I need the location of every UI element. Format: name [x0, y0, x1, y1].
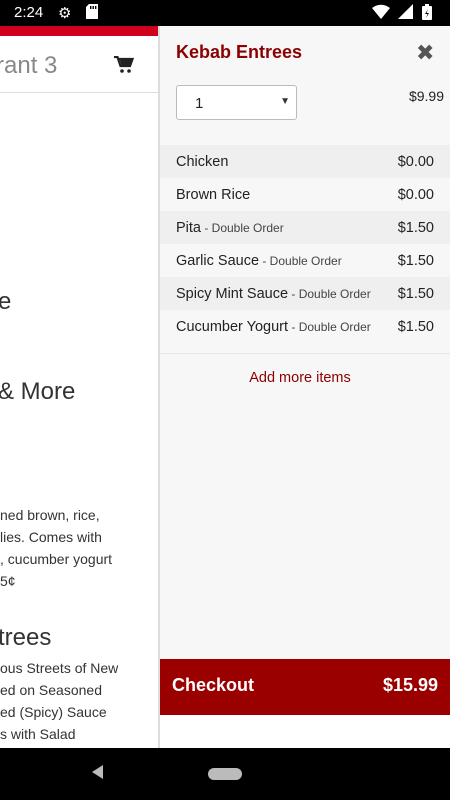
quantity-value: 1: [195, 95, 204, 112]
cart-icon[interactable]: [114, 55, 135, 74]
option-name: Brown Rice: [176, 186, 251, 203]
option-row: Chicken $0.00: [160, 145, 450, 178]
menu-description-line: 5¢: [0, 573, 16, 589]
option-price: $1.50: [397, 219, 434, 236]
option-name: Cucumber Yogurt: [176, 318, 289, 335]
option-price: $1.50: [397, 252, 434, 269]
back-icon[interactable]: [92, 765, 103, 779]
menu-heading-fragment: trees: [0, 624, 52, 651]
quantity-select[interactable]: 1 ▼: [176, 85, 297, 120]
option-price: $0.00: [397, 186, 434, 203]
option-suffix: - Double Order: [288, 319, 371, 334]
menu-description-line: ed (Spicy) Sauce: [0, 704, 107, 720]
option-row: Pita - Double Order $1.50: [160, 211, 450, 244]
chevron-down-icon: ▼: [280, 96, 290, 107]
menu-description-line: ed on Seasoned: [0, 682, 102, 698]
option-name: Chicken: [176, 153, 229, 170]
restaurant-title: rant 3: [0, 52, 58, 79]
option-suffix: - Double Order: [288, 286, 371, 301]
checkout-label: Checkout: [172, 675, 255, 695]
menu-description-line: s with Salad: [0, 726, 76, 742]
menu-description-line: , cucumber yogurt: [0, 551, 113, 567]
battery-icon: [422, 4, 432, 24]
option-price: $1.50: [397, 318, 434, 335]
option-name: Spicy Mint Sauce: [176, 285, 289, 302]
background-menu-page: rant 3 e & More ned brown, rice, lies. C…: [0, 26, 160, 748]
option-price: $1.50: [397, 285, 434, 302]
menu-description-line: ous Streets of New: [0, 660, 119, 676]
system-nav-bar: [0, 748, 450, 800]
option-row: Garlic Sauce - Double Order $1.50: [160, 244, 450, 277]
home-icon[interactable]: [208, 768, 242, 780]
settings-icon: ⚙: [58, 5, 72, 22]
option-row: Cucumber Yogurt - Double Order $1.50: [160, 310, 450, 343]
item-title: Kebab Entrees: [176, 42, 303, 62]
drawer-footer: [160, 715, 450, 748]
restaurant-header: rant 3: [0, 36, 160, 93]
option-name: Garlic Sauce: [176, 252, 260, 269]
menu-description-line: lies. Comes with: [0, 529, 102, 545]
option-suffix: - Double Order: [259, 253, 342, 268]
option-name: Pita: [176, 219, 201, 236]
checkout-button[interactable]: Checkout $15.99: [160, 659, 450, 715]
status-time: 2:24: [14, 4, 44, 21]
item-price: $9.99: [408, 88, 444, 104]
menu-description-line: ned brown, rice,: [0, 507, 100, 523]
signal-icon: [398, 4, 413, 23]
wifi-icon: [372, 4, 390, 23]
add-more-items-link[interactable]: Add more items: [160, 370, 440, 386]
menu-heading-fragment: & More: [0, 378, 76, 405]
sd-card-icon: [86, 4, 98, 23]
divider: [160, 353, 450, 354]
item-detail-drawer: Kebab Entrees ✖ 1 ▼ $9.99 Chicken $0.00 …: [160, 26, 450, 748]
top-accent-bar: [0, 26, 160, 36]
close-icon[interactable]: ✖: [416, 40, 434, 66]
option-suffix: - Double Order: [201, 220, 284, 235]
checkout-total: $15.99: [382, 675, 438, 695]
option-row: Brown Rice $0.00: [160, 178, 450, 211]
status-bar: 2:24 ⚙: [0, 0, 450, 26]
option-price: $0.00: [397, 153, 434, 170]
selected-options-list: Chicken $0.00 Brown Rice $0.00 Pita - Do…: [160, 145, 450, 343]
menu-heading-fragment: e: [0, 288, 12, 315]
option-row: Spicy Mint Sauce - Double Order $1.50: [160, 277, 450, 310]
